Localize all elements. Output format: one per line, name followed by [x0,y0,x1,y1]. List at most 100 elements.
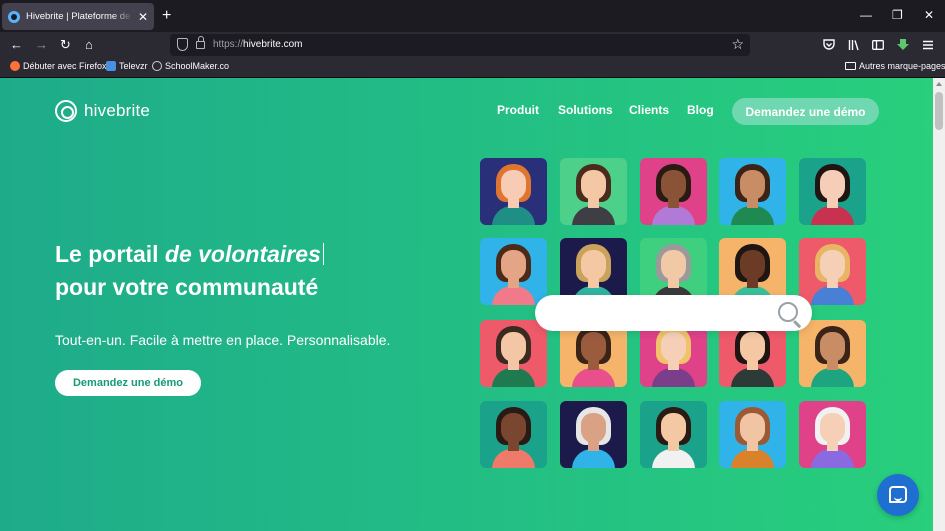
hero-title-prefix: Le portail [55,241,165,267]
menu-solutions[interactable]: Solutions [558,103,613,117]
avatar-illustration [480,401,547,468]
search-icon [778,302,798,322]
folder-icon [845,62,856,70]
avatar-illustration [480,238,547,305]
other-bookmarks-label: Autres marque-pages [859,61,945,71]
url-scheme: https:// [213,39,244,50]
reload-icon[interactable]: ↻ [60,36,71,54]
chat-button[interactable] [877,474,919,516]
avatar-face [581,332,606,362]
avatar-face [820,250,845,280]
avatar-face [740,413,765,443]
avatar-illustration [799,158,866,225]
avatar-illustration [480,320,547,387]
avatar-face [581,170,606,200]
bookmark-televzr[interactable]: Televzr [106,61,148,71]
avatar-illustration [799,320,866,387]
library-icon[interactable] [848,39,860,51]
avatar-illustration [640,401,707,468]
avatar-body [492,449,535,468]
menu-icon[interactable] [922,39,934,51]
hivebrite-favicon-icon [8,10,20,23]
avatar-body [811,368,854,387]
bookmarks-toolbar: Débuter avec Firefox Televzr SchoolMaker… [0,58,945,78]
hivebrite-logo-icon [55,100,77,122]
avatar-body [652,449,695,468]
url-host: hivebrite.com [243,39,303,50]
typing-caret [322,243,325,265]
bookmark-star-icon[interactable]: ☆ [731,36,744,53]
avatar-face [501,332,526,362]
restore-icon[interactable]: ❐ [892,8,903,22]
avatar-body [652,206,695,225]
tracking-shield-icon[interactable] [177,38,188,51]
bookmark-firefox[interactable]: Débuter avec Firefox [10,61,107,71]
hero-title-line2: pour votre communauté [55,274,319,300]
avatar-face [740,332,765,362]
menu-clients[interactable]: Clients [629,103,669,117]
menu-produit[interactable]: Produit [497,103,539,117]
home-icon[interactable]: ⌂ [85,36,93,54]
minimize-icon[interactable]: — [860,8,872,22]
avatar-body [731,206,774,225]
avatar-body [731,449,774,468]
demo-request-button[interactable]: Demandez une démo [732,98,879,125]
firefox-icon [10,61,20,71]
avatar-illustration [799,238,866,305]
avatar-illustration [480,158,547,225]
bookmark-label: SchoolMaker.co [165,61,230,71]
avatar-face [820,170,845,200]
hero-title-emphasis: de volontaires [164,241,321,267]
other-bookmarks[interactable]: Autres marque-pages [845,61,945,71]
hero-title-line1: Le portail de volontaires [55,241,325,268]
globe-icon [152,61,162,71]
avatar-face [501,170,526,200]
avatar-body [572,449,615,468]
lock-icon[interactable] [196,36,205,49]
close-window-icon[interactable]: ✕ [924,8,934,22]
avatar-face [581,250,606,280]
avatar-face [661,413,686,443]
bookmark-label: Televzr [119,61,148,71]
avatar-body [492,368,535,387]
avatar-face [501,250,526,280]
avatar-body [492,286,535,305]
avatar-illustration [640,158,707,225]
menu-blog[interactable]: Blog [687,103,714,117]
chat-icon [889,486,907,503]
hivebrite-page: hivebrite Produit Solutions Clients Blog… [0,78,933,531]
avatar-body [572,368,615,387]
back-icon[interactable]: ← [10,36,23,54]
page-scrollbar[interactable] [933,78,945,531]
avatar-face [661,170,686,200]
hivebrite-logo[interactable]: hivebrite [55,100,150,122]
extension-icon[interactable] [897,38,909,51]
logo-text: hivebrite [84,101,151,120]
hero-demo-button[interactable]: Demandez une démo [55,370,201,396]
avatar-face [820,332,845,362]
avatar-face [661,250,686,280]
avatar-illustration [560,401,627,468]
search-bar-illustration [535,295,812,331]
bookmark-schoolmaker[interactable]: SchoolMaker.co [152,61,229,71]
avatar-face [501,413,526,443]
tab-hivebrite[interactable]: Hivebrite | Plateforme de gestion ✕ [2,3,154,30]
avatar-body [731,368,774,387]
scroll-up-icon[interactable] [936,82,942,86]
url-bar[interactable]: https://hivebrite.com ☆ [170,34,750,56]
televzr-icon [106,61,116,71]
sidebar-icon[interactable] [872,39,884,51]
avatar-body [572,206,615,225]
avatar-illustration [719,401,786,468]
avatar-illustration [560,158,627,225]
scrollbar-thumb[interactable] [935,92,943,130]
new-tab-button[interactable]: + [162,6,171,26]
close-tab-icon[interactable]: ✕ [138,10,148,24]
pocket-icon[interactable] [823,39,835,51]
avatar-body [492,206,535,225]
forward-icon[interactable]: → [35,36,48,54]
avatar-body [811,286,854,305]
avatar-face [661,332,686,362]
hero-subtitle: Tout-en-un. Facile à mettre en place. Pe… [55,332,391,348]
url-text[interactable]: https://hivebrite.com [213,39,302,50]
